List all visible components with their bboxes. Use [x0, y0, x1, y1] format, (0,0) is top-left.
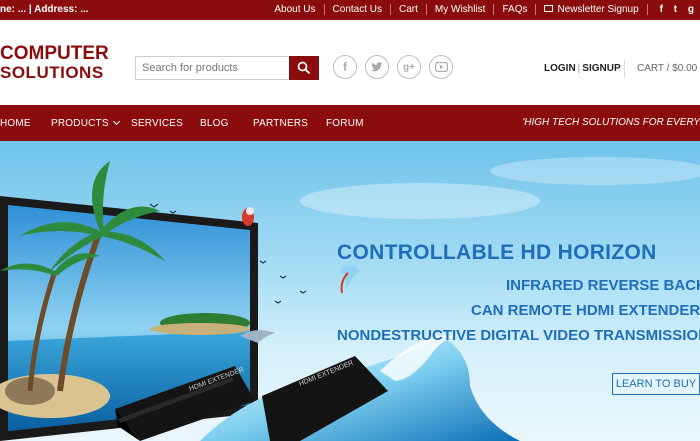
contact-us-link[interactable]: Contact Us — [323, 4, 390, 15]
banner-line-3: NONDESTRUCTIVE DIGITAL VIDEO TRANSMISSIO… — [337, 327, 700, 344]
cart-link[interactable]: Cart — [390, 4, 426, 15]
faqs-link[interactable]: FAQs — [493, 4, 535, 15]
nav-products-label: PRODUCTS — [51, 118, 109, 129]
search-icon — [297, 61, 311, 75]
hero-banner: HDMI EXTENDER HDMI EXTENDER CONTROLLABLE… — [0, 141, 700, 441]
envelope-icon — [544, 4, 554, 12]
top-links: About Us Contact Us Cart My Wishlist FAQ… — [266, 4, 700, 15]
search-form — [135, 56, 319, 80]
nav-home[interactable]: HOME — [0, 118, 31, 129]
signup-link[interactable]: SIGNUP — [582, 63, 620, 74]
about-us-link[interactable]: About Us — [266, 4, 323, 15]
account-links: LOGIN | SIGNUP — [544, 63, 621, 74]
main-nav: HOME PRODUCTS SERVICES BLOG PARTNERS FOR… — [0, 105, 700, 141]
banner-line-2: CAN REMOTE HDMI EXTENDER — [471, 302, 700, 319]
nav-tagline: 'HIGH TECH SOLUTIONS FOR EVERY — [522, 117, 700, 128]
nav-partners[interactable]: PARTNERS — [253, 118, 308, 129]
chevron-down-icon — [112, 117, 120, 126]
google-plus-icon[interactable]: g — [684, 4, 698, 15]
google-plus-icon[interactable]: g+ — [397, 55, 421, 79]
facebook-icon[interactable]: f — [333, 55, 357, 79]
search-button[interactable] — [289, 56, 319, 80]
nav-services[interactable]: SERVICES — [131, 118, 183, 129]
header-social-icons: f g+ — [333, 55, 453, 79]
twitter-icon[interactable]: t — [670, 4, 681, 15]
logo-line-2: SOLUTIONS — [0, 63, 104, 82]
login-link[interactable]: LOGIN — [544, 63, 576, 74]
nav-forum[interactable]: FORUM — [326, 118, 364, 129]
top-bar: ne: ... | Address: ... About Us Contact … — [0, 0, 700, 20]
contact-info: ne: ... | Address: ... — [0, 4, 89, 15]
learn-to-buy-button[interactable]: LEARN TO BUY — [612, 373, 700, 395]
nav-products[interactable]: PRODUCTS — [51, 117, 120, 129]
logo-line-1: COMPUTER — [0, 43, 109, 64]
nav-blog[interactable]: BLOG — [200, 118, 229, 129]
top-social-group: f t g — [646, 4, 700, 15]
twitter-icon[interactable] — [365, 55, 389, 79]
cart-total-link[interactable]: CART / $0.00 — [637, 63, 697, 74]
banner-headline: CONTROLLABLE HD HORIZON — [337, 241, 657, 264]
search-input[interactable] — [135, 56, 289, 80]
facebook-icon[interactable]: f — [656, 4, 667, 15]
newsletter-label: Newsletter Signup — [557, 4, 639, 15]
newsletter-signup-link[interactable]: Newsletter Signup — [535, 4, 646, 15]
youtube-icon[interactable] — [429, 55, 453, 79]
banner-line-1: INFRARED REVERSE BACK — [506, 277, 700, 294]
header-divider — [624, 59, 625, 78]
site-logo[interactable]: COMPUTER SOLUTIONS — [0, 44, 109, 82]
my-wishlist-link[interactable]: My Wishlist — [425, 4, 494, 15]
